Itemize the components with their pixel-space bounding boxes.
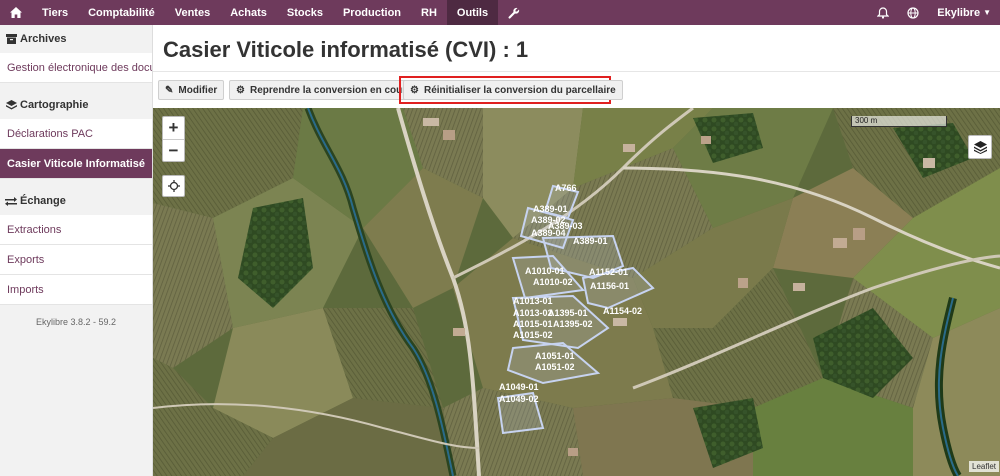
sidebar-item-imports[interactable]: Imports [0,275,152,305]
scale-bar: 300 m [851,116,947,127]
map[interactable]: A766 A389-01 A389-02 A389-03 A389-04 A38… [153,108,1000,476]
gear-icon: ⚙ [410,84,419,96]
parcel-label: A1013-02 [513,308,553,318]
zoom-control: + − [162,116,185,162]
sidebar-item-declarations-pac[interactable]: Déclarations PAC [0,119,152,149]
parcel-label: A766 [555,183,577,193]
parcel-label: A389-01 [573,236,608,246]
section-archives-title: Archives [20,33,67,45]
exchange-icon [5,196,17,206]
nav-production[interactable]: Production [333,0,411,25]
parcel-label: A1152-01 [589,267,628,277]
parcel-label: A1049-01 [499,382,539,392]
nav-tiers[interactable]: Tiers [32,0,78,25]
parcel-label: A389-04 [531,228,566,238]
parcel-label: A1015-02 [513,330,553,340]
layers-button[interactable] [968,135,992,159]
crosshair-icon [167,180,180,192]
nav-achats[interactable]: Achats [220,0,277,25]
notifications-button[interactable] [868,0,898,25]
account-label: Ekylibre [937,6,981,19]
home-icon [10,7,22,18]
parcel-label: A1395-02 [553,319,593,329]
resume-conversion-button[interactable]: ⚙ Reprendre la conversion en cours [229,80,419,100]
parcel-label: A1015-01 [513,319,553,329]
parcel-label: A1013-01 [513,296,553,306]
gear-icon: ⚙ [236,84,245,96]
layers-icon [5,99,17,111]
nav-ventes[interactable]: Ventes [165,0,220,25]
zoom-in-button[interactable]: + [163,117,184,139]
nav-comptabilite[interactable]: Comptabilité [78,0,165,25]
parcel-label: A1049-02 [499,394,539,404]
top-navbar: Tiers Comptabilité Ventes Achats Stocks … [0,0,1000,25]
parcel-label: A1154-02 [603,306,642,316]
sidebar-item-ged[interactable]: Gestion électronique des docu… [0,53,152,83]
nav-outils[interactable]: Outils [446,0,499,25]
parcel-label: A1395-01 [548,308,588,318]
sidebar-item-casier-viticole[interactable]: Casier Viticole Informatisé [0,149,152,179]
sidebar-item-extractions[interactable]: Extractions [0,215,152,245]
globe-icon [907,6,919,19]
parcel-label: A1010-01 [525,266,565,276]
tools-button[interactable] [498,0,530,25]
sidebar-item-exports[interactable]: Exports [0,245,152,275]
section-cartographie: Cartographie [0,91,152,119]
zoom-out-button[interactable]: − [163,139,184,161]
archive-icon [5,34,17,44]
bell-icon [877,6,890,19]
parcel-label: A1051-02 [535,362,575,372]
page-title: Casier Viticole informatisé (CVI) : 1 [163,37,529,62]
reset-conversion-button[interactable]: ⚙ Réinitialiser la conversion du parcell… [403,80,623,100]
locate-button[interactable] [162,175,185,197]
section-echange: Échange [0,187,152,215]
nav-rh[interactable]: RH [411,0,447,25]
reset-conversion-label: Réinitialiser la conversion du parcellai… [423,84,616,96]
attribution-link[interactable]: Leaflet [969,461,1000,472]
resume-conversion-label: Reprendre la conversion en cours [249,84,412,96]
app-version: Ekylibre 3.8.2 - 59.2 [35,317,117,327]
section-cartographie-title: Cartographie [20,99,89,111]
parcel-label: A1051-01 [535,351,575,361]
caret-down-icon: ▼ [983,8,991,17]
nav-stocks[interactable]: Stocks [277,0,333,25]
sidebar: Archives Gestion électronique des docu… … [0,25,153,476]
toolbar: ✎ Modifier ⚙ Reprendre la conversion en … [153,71,1000,108]
modify-button-label: Modifier [178,84,218,96]
parcel-label: A1156-01 [590,281,629,291]
wrench-icon [508,7,520,19]
modify-button[interactable]: ✎ Modifier [158,80,225,100]
section-archives: Archives [0,25,152,53]
layers-icon [973,140,987,154]
parcel-label: A389-01 [533,204,568,214]
language-button[interactable] [898,0,928,25]
account-menu[interactable]: Ekylibre ▼ [928,0,1000,25]
home-button[interactable] [0,0,32,25]
section-echange-title: Échange [20,195,66,207]
main-content: Casier Viticole informatisé (CVI) : 1 ✎ … [153,25,1000,476]
parcel-label: A1010-02 [533,277,573,287]
satellite-imagery: A766 A389-01 A389-02 A389-03 A389-04 A38… [153,108,1000,476]
pencil-icon: ✎ [165,84,174,96]
